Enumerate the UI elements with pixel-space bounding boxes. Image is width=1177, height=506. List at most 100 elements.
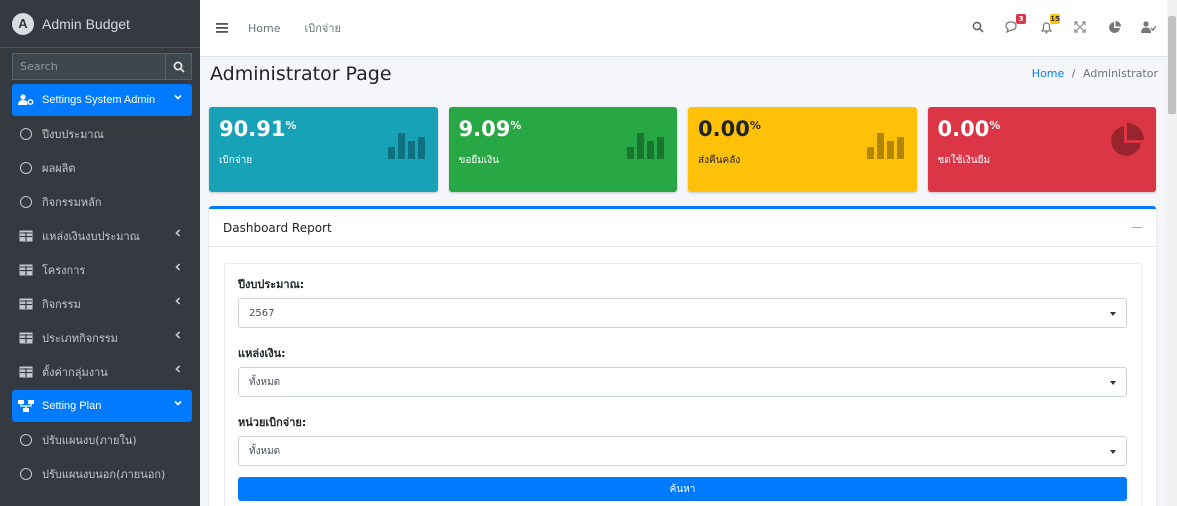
chevron-left-icon — [175, 297, 181, 305]
sidebar-item-funding-source[interactable]: แหล่งเงินงบประมาณ — [12, 220, 192, 252]
sidebar-search-input[interactable] — [12, 53, 165, 80]
circle-icon — [18, 162, 34, 174]
table-icon — [18, 332, 34, 344]
sidebar-item-label: ประเภทกิจกรรม — [42, 332, 118, 345]
table-icon — [18, 264, 34, 276]
caret-down-icon — [1110, 450, 1116, 454]
fullscreen-icon[interactable] — [1071, 18, 1089, 36]
sidebar-search — [12, 53, 192, 80]
bar-chart-icon — [387, 133, 425, 159]
chevron-down-icon — [174, 94, 182, 100]
messages-icon[interactable]: 3 — [1003, 14, 1026, 36]
search-icon — [173, 61, 185, 73]
user-check-icon[interactable] — [1139, 18, 1157, 36]
page-scrollbar[interactable] — [1167, 0, 1177, 506]
bar-chart-icon — [866, 133, 904, 159]
sidebar-item-label: Settings System Admin — [42, 94, 156, 106]
breadcrumb-home[interactable]: Home — [1032, 67, 1064, 80]
sidebar-item-work-group[interactable]: ตั้งค่ากลุ่มงาน — [12, 356, 192, 388]
box-unit: % — [749, 119, 761, 132]
pie-chart-icon — [1111, 123, 1144, 156]
brand[interactable]: A Admin Budget — [0, 0, 200, 48]
sidebar-item-label: แหล่งเงินงบประมาณ — [42, 230, 140, 243]
table-icon — [18, 298, 34, 310]
info-box-return[interactable]: 0.00% ส่งคืนคลัง — [688, 107, 917, 192]
sidebar-item-label: ผลผลิต — [42, 162, 76, 175]
fiscal-year-label: ปีงบประมาณ: — [238, 278, 305, 291]
pie-chart-icon[interactable] — [1105, 18, 1123, 36]
caret-down-icon — [1110, 312, 1116, 316]
search-submit-button[interactable]: ค้นหา — [238, 477, 1127, 501]
sidebar-item-label: โครงการ — [42, 264, 86, 277]
sidebar-item-main-activity[interactable]: กิจกรรมหลัก — [12, 186, 192, 218]
menu-toggle-icon[interactable] — [216, 23, 228, 33]
sidebar-item-label: Setting Plan — [42, 400, 102, 412]
table-icon — [18, 366, 34, 378]
funding-source-select[interactable]: ทั้งหมด — [238, 367, 1127, 397]
box-unit: % — [285, 119, 297, 132]
sidebar-item-fiscal-year[interactable]: ปีงบประมาณ — [12, 118, 192, 150]
top-icons: 3 15 — [969, 14, 1157, 36]
chevron-down-icon — [174, 400, 182, 406]
bell-icon[interactable]: 15 — [1037, 14, 1060, 36]
table-icon — [18, 230, 34, 242]
circle-icon — [18, 196, 34, 208]
chevron-left-icon — [175, 229, 181, 237]
info-box-borrow[interactable]: 9.09% ขอยืมเงิน — [448, 107, 677, 192]
card-title: Dashboard Report — [223, 220, 332, 235]
sidebar-item-output[interactable]: ผลผลิต — [12, 152, 192, 184]
fiscal-year-select[interactable]: 2567 — [238, 298, 1127, 328]
sidebar-item-label: ปรับแผนงบ(ภายใน) — [42, 434, 137, 447]
box-unit: % — [989, 119, 1001, 132]
scrollbar-thumb[interactable] — [1168, 16, 1176, 114]
circle-icon — [18, 128, 34, 140]
sidebar: A Admin Budget Settings System Admin ปีง… — [0, 0, 200, 506]
funding-source-label: แหล่งเงิน: — [238, 347, 286, 360]
sidebar-item-label: ปีงบประมาณ — [42, 128, 104, 141]
chevron-left-icon — [175, 365, 181, 373]
sidebar-item-external-plan[interactable]: ปรับแผนงบนอก(ภายนอก) — [12, 458, 192, 490]
breadcrumb: Home / Administrator — [1032, 67, 1158, 80]
sidebar-item-activity[interactable]: กิจกรรม — [12, 288, 192, 320]
sidebar-item-settings-system-admin[interactable]: Settings System Admin — [12, 84, 192, 116]
nav-link-home[interactable]: Home — [248, 22, 280, 35]
brand-title: Admin Budget — [42, 15, 130, 32]
messages-badge: 3 — [1016, 14, 1026, 24]
select-value: ทั้งหมด — [249, 445, 281, 457]
notifications-badge: 15 — [1050, 14, 1060, 24]
box-unit: % — [510, 119, 522, 132]
select-value: 2567 — [249, 307, 275, 319]
sidebar-item-label: ตั้งค่ากลุ่มงาน — [42, 366, 108, 379]
nav-link-disbursement[interactable]: เบิกจ่าย — [304, 19, 340, 37]
collapse-icon[interactable] — [1132, 227, 1142, 228]
brand-logo: A — [12, 12, 34, 35]
sidebar-search-button[interactable] — [165, 53, 192, 80]
users-cog-icon — [18, 94, 34, 106]
report-filter-form: ปีงบประมาณ: 2567 แหล่งเงิน: ทั้งหมด หน่ว… — [224, 263, 1142, 506]
breadcrumb-current: Administrator — [1083, 67, 1158, 80]
sitemap-icon — [18, 400, 34, 412]
sidebar-item-setting-plan[interactable]: Setting Plan — [12, 390, 192, 422]
disbursing-unit-label: หน่วยเบิกจ่าย: — [238, 416, 307, 429]
chevron-left-icon — [175, 331, 181, 339]
card-header: Dashboard Report — [209, 209, 1156, 247]
chevron-left-icon — [175, 263, 181, 271]
sidebar-item-label: กิจกรรม — [42, 298, 81, 311]
info-box-repay[interactable]: 0.00% ชดใช้เงินยืม — [927, 107, 1156, 192]
sidebar-item-label: ปรับแผนงบนอก(ภายนอก) — [42, 468, 166, 481]
sidebar-item-activity-type[interactable]: ประเภทกิจกรรม — [12, 322, 192, 354]
info-box-disbursement[interactable]: 90.91% เบิกจ่าย — [209, 107, 438, 192]
breadcrumb-separator: / — [1071, 67, 1076, 80]
page-title: Administrator Page — [210, 63, 392, 85]
sidebar-item-project[interactable]: โครงการ — [12, 254, 192, 286]
info-boxes: 90.91% เบิกจ่าย 9.09% ขอยืมเงิน 0.00% ส่… — [209, 107, 1156, 192]
bar-chart-icon — [627, 133, 664, 159]
search-icon[interactable] — [969, 18, 987, 36]
circle-icon — [18, 434, 34, 446]
content-header: Administrator Page Home / Administrator — [210, 63, 1158, 89]
disbursing-unit-select[interactable]: ทั้งหมด — [238, 436, 1127, 466]
sidebar-item-internal-plan[interactable]: ปรับแผนงบ(ภายใน) — [12, 424, 192, 456]
dashboard-report-card: Dashboard Report ปีงบประมาณ: 2567 แหล่งเ… — [209, 206, 1156, 506]
top-navbar: Home เบิกจ่าย 3 15 — [200, 0, 1177, 57]
circle-icon — [18, 468, 34, 480]
